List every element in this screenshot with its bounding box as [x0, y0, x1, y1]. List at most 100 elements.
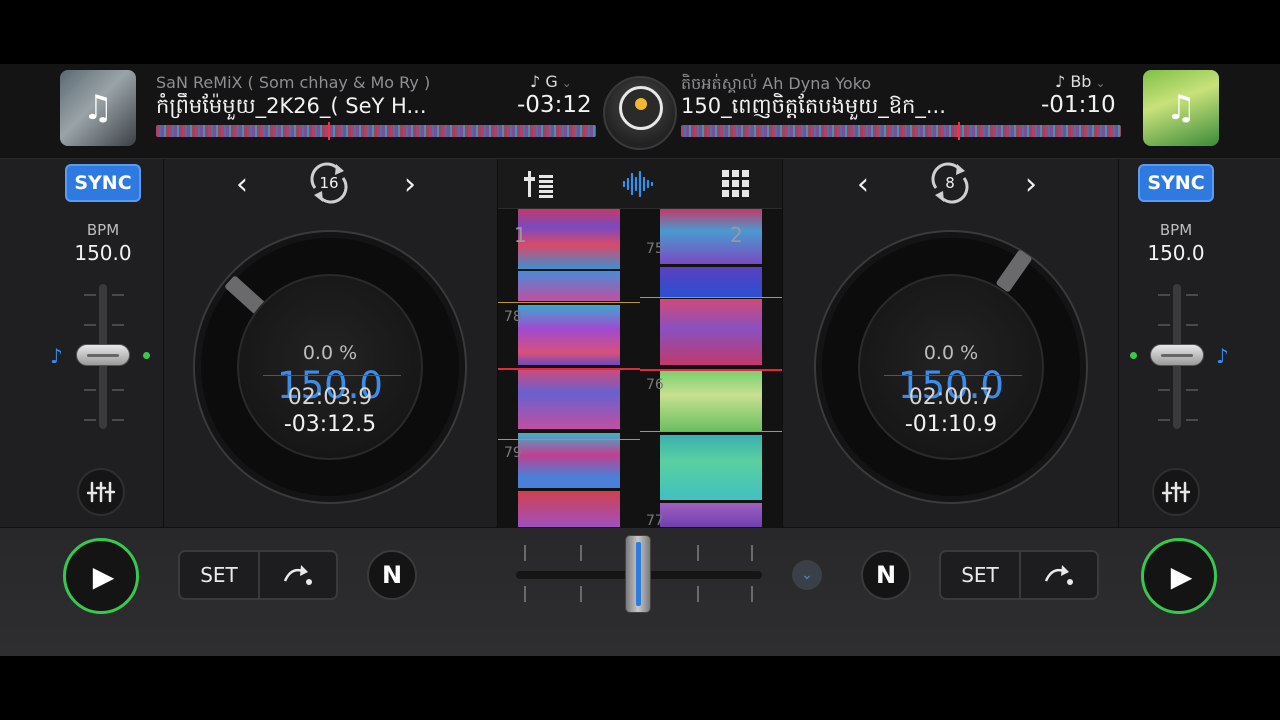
deck-a-overview-waveform[interactable]	[156, 125, 596, 137]
pads-grid-icon[interactable]	[720, 169, 752, 199]
deck-b-time-remaining: -01:10	[1041, 92, 1116, 118]
deck-a-play-button[interactable]: ▶	[63, 538, 139, 614]
deck-b-cue-group: SET	[939, 550, 1099, 600]
crossfader-tick	[580, 586, 582, 602]
pitch-tick	[112, 324, 124, 326]
deck-b-neural-mix-button[interactable]: N	[861, 550, 911, 600]
deck-b-key[interactable]: ♪ Bb ⌄	[1055, 72, 1106, 91]
deck-a-jog-wheel[interactable]: 0.0 % 150.0 02:03.9 -03:12.5	[193, 230, 467, 504]
beat-number: 78	[504, 309, 522, 325]
chevron-down-icon: ⌄	[561, 76, 572, 90]
pitch-tick	[1158, 389, 1170, 391]
waveform-segment	[660, 371, 762, 431]
pitch-tick	[112, 294, 124, 296]
deck-b-jog-wheel[interactable]: 0.0 % 150.0 02:00.7 -01:10.9	[814, 230, 1088, 504]
pitch-center-indicator	[143, 352, 150, 359]
deck-b-bpm-label: BPM	[1159, 221, 1193, 239]
waveform-segment	[660, 267, 762, 297]
center-mode-bar	[498, 159, 782, 209]
dj-app: ♫ SaN ReMiX ( Som chhay & Mo Ry ) កំព្រឹ…	[0, 64, 1280, 656]
mixer-view-icon[interactable]	[524, 169, 556, 199]
deck-b-loop-button[interactable]: 8	[927, 162, 973, 204]
deck-a-loop-length: 16	[319, 174, 339, 192]
deck-b-loop-next-button[interactable]: ›	[1025, 167, 1037, 202]
deck-b-play-button[interactable]: ▶	[1141, 538, 1217, 614]
deck-a-eq-button[interactable]	[77, 468, 125, 516]
deck-b-scrolling-waveform[interactable]: 2 75 76 77	[640, 209, 782, 527]
keylock-note-icon[interactable]: ♪	[1216, 344, 1229, 368]
deck-a-artist: SaN ReMiX ( Som chhay & Mo Ry )	[156, 73, 431, 92]
deck-b-overview-waveform[interactable]	[681, 125, 1121, 137]
deck-number: 1	[514, 223, 527, 247]
deck-b-key-value: Bb	[1070, 72, 1092, 91]
play-icon: ▶	[1170, 559, 1193, 593]
crossfader-tick	[751, 545, 753, 561]
deck-a-loop-prev-button[interactable]: ‹	[236, 167, 248, 202]
crossfader-tick	[697, 545, 699, 561]
deck-a-loop-button[interactable]: 16	[306, 162, 352, 204]
divider	[1118, 159, 1119, 527]
deck-b-sync-button[interactable]: SYNC	[1138, 164, 1214, 202]
pitch-tick	[1186, 419, 1198, 421]
deck-a-scrolling-waveform[interactable]: 1 78 79	[498, 209, 640, 527]
deck-a-sync-button[interactable]: SYNC	[65, 164, 141, 202]
crossfader-tick	[751, 586, 753, 602]
fx-knob[interactable]	[603, 76, 677, 150]
deck-b-loop-prev-button[interactable]: ‹	[857, 167, 869, 202]
beat-grid-line	[498, 439, 640, 440]
deck-a-set-cue-button[interactable]: SET	[180, 552, 258, 598]
deck-a-bpm-value: 150.0	[74, 241, 132, 265]
deck-b-eq-button[interactable]	[1152, 468, 1200, 516]
waveform-segment	[518, 305, 620, 365]
waveform-segment	[518, 491, 620, 527]
track-info-bar: ♫ SaN ReMiX ( Som chhay & Mo Ry ) កំព្រឹ…	[0, 64, 1280, 159]
beat-number: 75	[646, 241, 664, 257]
deck-a-jump-cue-button[interactable]	[257, 552, 336, 598]
pitch-tick	[1158, 294, 1170, 296]
deck-b-pitch-percent: 0.0 %	[923, 342, 979, 364]
deck-a-neural-mix-button[interactable]: N	[367, 550, 417, 600]
deck-a-elapsed-time: 02:03.9	[287, 385, 373, 410]
deck-a-pitch-handle[interactable]	[76, 344, 130, 366]
deck-b-jog-separator	[884, 375, 1022, 376]
waveform-segment	[518, 271, 620, 301]
pitch-tick	[112, 389, 124, 391]
deck-b-pitch-handle[interactable]	[1150, 344, 1204, 366]
deck-a-cue-group: SET	[178, 550, 338, 600]
deck-b-jump-cue-button[interactable]	[1018, 552, 1097, 598]
beat-grid-line	[640, 431, 782, 432]
deck-a-key[interactable]: ♪ G ⌄	[530, 72, 572, 91]
deck-a-key-value: G	[545, 72, 558, 91]
deck-b-album-art[interactable]: ♫	[1143, 70, 1219, 146]
pitch-tick	[1158, 419, 1170, 421]
waveform-segment	[518, 369, 620, 429]
transport-bar: ▶ SET N ⌄ N SET ▶	[0, 527, 1280, 656]
beat-number: 76	[646, 377, 664, 393]
play-icon: ▶	[92, 559, 115, 593]
crossfader-tick	[524, 586, 526, 602]
pitch-tick	[1186, 294, 1198, 296]
beat-grid-line	[640, 297, 782, 298]
pitch-tick	[112, 419, 124, 421]
pitch-tick	[1186, 389, 1198, 391]
pitch-center-indicator	[1130, 352, 1137, 359]
deck-a-loop-next-button[interactable]: ›	[404, 167, 416, 202]
pitch-tick	[1186, 324, 1198, 326]
waveform-view-icon[interactable]	[622, 169, 654, 199]
deck-b-bpm-value: 150.0	[1147, 241, 1205, 265]
crossfader-options-button[interactable]: ⌄	[792, 560, 822, 590]
deck-a-album-art[interactable]: ♫	[60, 70, 136, 146]
note-icon: ♪	[1055, 72, 1066, 91]
deck-b-playhead-marker	[958, 122, 960, 140]
mixer-sliders-icon	[1162, 481, 1190, 503]
waveform-segment	[518, 209, 620, 269]
deck-a-title: កំព្រឹមម៉ែមួយ_2K26_( SeY H...	[156, 94, 427, 118]
playhead-line	[498, 368, 640, 370]
deck-b-set-cue-button[interactable]: SET	[941, 552, 1019, 598]
keylock-note-icon[interactable]: ♪	[50, 344, 63, 368]
deck-b-jog-position-marker	[995, 249, 1033, 293]
deck-a-pitch-percent: 0.0 %	[302, 342, 358, 364]
crossfader-handle[interactable]	[625, 535, 651, 613]
crossfader-tick	[697, 586, 699, 602]
deck-b-elapsed-time: 02:00.7	[908, 385, 994, 410]
